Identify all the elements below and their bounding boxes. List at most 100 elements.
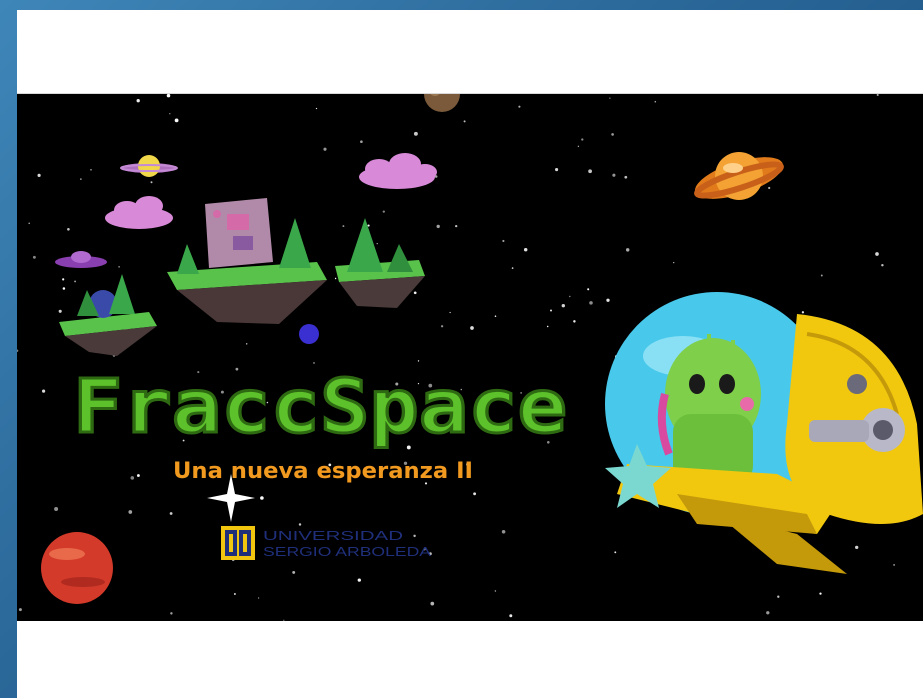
rocket-icon	[605, 292, 923, 574]
star-dot	[90, 168, 92, 171]
star-dot	[315, 107, 318, 110]
star-dot	[166, 94, 171, 98]
star-dot	[150, 181, 153, 184]
top-planet-icon	[424, 94, 460, 112]
star-dot	[440, 325, 444, 328]
star-dot	[581, 138, 584, 141]
star-dot	[881, 263, 884, 267]
star-dot	[820, 274, 823, 277]
star-dot	[625, 248, 630, 252]
star-dot	[819, 592, 822, 595]
star-dot	[413, 534, 416, 538]
star-dot	[561, 304, 565, 308]
star-dot	[298, 523, 302, 526]
star-dot	[382, 210, 385, 213]
star-dot	[245, 343, 248, 345]
star-dot	[523, 247, 528, 252]
university-logo: UNIVERSIDAD SERGIO ARBOLEDA	[221, 526, 431, 560]
star-dot	[777, 595, 780, 598]
star-dot	[518, 105, 521, 108]
red-planet-icon	[41, 532, 113, 604]
star-dot	[801, 311, 805, 314]
blue-planet-icon	[299, 324, 319, 344]
star-dot	[376, 243, 378, 245]
game-title: FraccSpace	[73, 364, 567, 450]
star-dot	[32, 255, 36, 259]
star-dot	[611, 133, 614, 136]
floating-island-right	[335, 218, 425, 308]
star-dot	[609, 97, 611, 99]
star-dot	[587, 288, 590, 291]
star-dot	[875, 252, 879, 256]
star-dot	[54, 507, 59, 511]
star-dot	[413, 131, 418, 136]
star-dot	[494, 315, 497, 317]
star-dot	[28, 222, 30, 225]
saturn-small-icon	[120, 155, 178, 177]
game-logo: FraccSpace Una nueva esperanza II	[72, 363, 569, 485]
star-dot	[768, 186, 771, 190]
star-dot	[614, 551, 617, 554]
star-dot	[62, 278, 65, 281]
star-dot	[169, 512, 173, 515]
star-dot	[170, 612, 173, 615]
cloud-icon	[359, 153, 437, 189]
star-dot	[130, 476, 135, 480]
star-dot	[501, 530, 506, 534]
floating-island-left	[59, 274, 157, 356]
star-dot	[654, 100, 657, 103]
star-dot	[573, 320, 576, 323]
star-dot	[413, 291, 417, 295]
star-dot	[455, 224, 458, 228]
star-dot	[589, 301, 593, 305]
star-dot	[569, 295, 571, 298]
star-dot	[67, 228, 70, 231]
star-dot	[555, 168, 559, 172]
star-dot	[174, 118, 179, 123]
star-dot	[473, 492, 477, 496]
star-dot	[855, 545, 859, 550]
star-dot	[494, 590, 497, 592]
star-dot	[612, 173, 616, 177]
saturn-icon	[694, 152, 784, 200]
star-dot	[624, 175, 628, 179]
star-dot	[550, 309, 552, 312]
game-banner[interactable]: FraccSpace Una nueva esperanza II UNIVER…	[17, 93, 923, 621]
star-dot	[342, 225, 345, 228]
star-dot	[136, 99, 140, 103]
star-dot	[766, 611, 770, 615]
star-dot	[118, 266, 120, 268]
star-dot	[502, 239, 505, 243]
star-dot	[893, 563, 896, 566]
university-name-line1: UNIVERSIDAD	[263, 528, 403, 543]
star-dot	[360, 140, 363, 144]
star-dot	[449, 311, 451, 314]
star-dot	[876, 94, 879, 97]
star-dot	[470, 326, 474, 330]
star-dot	[323, 147, 327, 151]
star-dot	[18, 608, 22, 612]
star-dot	[62, 287, 66, 290]
star-dot	[169, 112, 171, 115]
game-subtitle: Una nueva esperanza II	[173, 459, 473, 484]
star-dot	[74, 280, 77, 283]
star-dot	[260, 496, 264, 500]
star-dot	[334, 277, 337, 280]
star-dot	[357, 578, 361, 582]
star-dot	[588, 169, 592, 174]
star-dot	[42, 389, 46, 393]
star-dot	[509, 614, 513, 618]
university-name-line2: SERGIO ARBOLEDA	[263, 544, 431, 559]
star-dot	[417, 360, 420, 362]
star-dot	[37, 173, 41, 177]
star-dot	[511, 267, 514, 269]
star-dot	[463, 120, 466, 123]
star-dot	[283, 619, 285, 621]
star-dot	[430, 601, 435, 606]
house-icon	[205, 198, 273, 268]
star-dot	[58, 309, 62, 313]
banner-illustration: FraccSpace Una nueva esperanza II UNIVER…	[17, 94, 923, 621]
star-dot	[136, 474, 140, 477]
star-dot	[233, 593, 236, 595]
star-dot	[17, 349, 19, 352]
